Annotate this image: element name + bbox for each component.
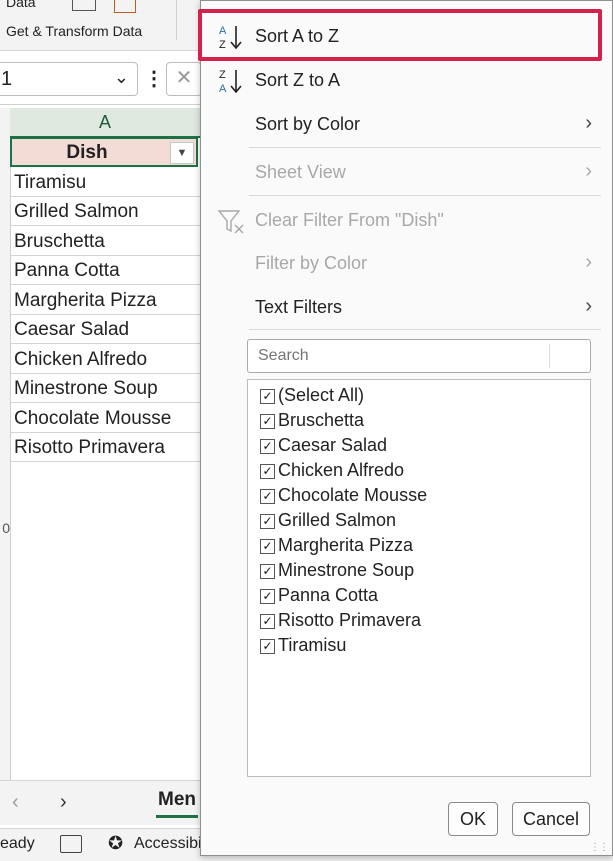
recent-sources-icon[interactable] xyxy=(114,0,136,13)
clear-filter-icon xyxy=(217,205,247,237)
accessibility-icon[interactable]: ✪ xyxy=(108,833,123,854)
checkbox-checked[interactable]: ✓ xyxy=(260,489,275,504)
scroll-left-icon[interactable]: ‹ xyxy=(12,791,19,814)
list-item-label: Bruschetta xyxy=(278,410,365,430)
data-cell[interactable]: Tiramisu xyxy=(10,168,200,197)
data-cell[interactable]: Bruschetta xyxy=(10,227,200,256)
table-icon[interactable] xyxy=(72,0,96,11)
autofilter-menu: AZ Sort A to Z ZA Sort Z to A Sort by Co… xyxy=(200,0,613,856)
menu-item-label: Text Filters xyxy=(255,297,343,317)
chevron-right-icon: › xyxy=(585,295,592,317)
chevron-right-icon: › xyxy=(585,251,592,273)
sort-descending-icon: ZA xyxy=(217,65,247,97)
list-item-label: (Select All) xyxy=(278,385,365,405)
column-header-a[interactable]: A xyxy=(10,108,200,138)
search-box[interactable] xyxy=(247,339,591,373)
formula-bar-row: 1 ⌄ ⋮ ✕ xyxy=(0,52,202,105)
menu-item-text-filters[interactable]: Text Filters › xyxy=(201,286,612,330)
column-header-label: A xyxy=(98,112,111,132)
list-item-label: Chocolate Mousse xyxy=(278,485,428,505)
get-transform-data-label: Get & Transform Data xyxy=(6,23,143,39)
row-number: 0 xyxy=(2,520,10,536)
data-cell[interactable]: Caesar Salad xyxy=(10,315,200,344)
menu-item-label: Sort by Color xyxy=(255,114,361,134)
list-item-label: Panna Cotta xyxy=(278,585,379,605)
name-box[interactable]: 1 ⌄ xyxy=(0,62,138,96)
data-cell[interactable]: Margherita Pizza xyxy=(10,286,200,315)
data-cell[interactable]: Chocolate Mousse xyxy=(10,404,200,433)
checkbox-checked[interactable]: ✓ xyxy=(260,614,275,629)
search-divider xyxy=(549,344,550,368)
chevron-right-icon: › xyxy=(585,160,592,182)
filter-dropdown-button[interactable]: ▼ xyxy=(170,142,194,164)
name-box-value: 1 xyxy=(1,68,13,90)
data-cell[interactable]: Panna Cotta xyxy=(10,256,200,285)
data-cell[interactable]: Minestrone Soup xyxy=(10,374,200,403)
search-input[interactable] xyxy=(256,340,550,372)
data-cell[interactable]: Chicken Alfredo xyxy=(10,345,200,374)
sheet-tab-menu[interactable]: Men xyxy=(156,789,198,818)
data-cell[interactable]: Grilled Salmon xyxy=(10,197,200,226)
menu-item-label: Sheet View xyxy=(255,162,346,182)
menu-divider xyxy=(249,195,601,196)
list-item-label: Minestrone Soup xyxy=(278,560,415,580)
macro-record-icon[interactable] xyxy=(60,835,82,853)
list-item-label: Caesar Salad xyxy=(278,435,388,455)
menu-item-label: Sort Z to A xyxy=(255,70,341,90)
chevron-right-icon: › xyxy=(585,112,592,134)
list-item-label: Chicken Alfredo xyxy=(278,460,405,480)
more-options-icon[interactable]: ⋮ xyxy=(144,66,164,91)
menu-item-sheet-view: Sheet View › xyxy=(201,151,612,195)
status-ready: eady xyxy=(0,835,35,852)
checkbox-checked[interactable]: ✓ xyxy=(260,564,275,579)
menu-divider xyxy=(249,147,601,148)
menu-item-clear-filter: Clear Filter From "Dish" xyxy=(201,199,612,243)
data-group-label: Data xyxy=(6,0,36,10)
list-item-label: Margherita Pizza xyxy=(278,535,414,555)
data-cell[interactable]: Risotto Primavera xyxy=(10,433,200,462)
svg-text:A: A xyxy=(219,83,227,95)
header-cell-label: Dish xyxy=(66,142,108,163)
checkbox-checked[interactable]: ✓ xyxy=(260,639,275,654)
list-item-label: Tiramisu xyxy=(278,635,347,655)
list-item-label: Grilled Salmon xyxy=(278,510,397,530)
cancel-button[interactable]: Cancel xyxy=(512,802,590,836)
ribbon-divider xyxy=(176,0,177,40)
menu-item-label: Clear Filter From "Dish" xyxy=(255,210,444,230)
scroll-right-icon[interactable]: › xyxy=(60,791,67,814)
menu-divider xyxy=(249,329,601,330)
accessibility-status[interactable]: Accessibi xyxy=(134,835,202,853)
checkbox-checked[interactable]: ✓ xyxy=(260,414,275,429)
menu-item-sort-z-to-a[interactable]: ZA Sort Z to A xyxy=(201,59,612,103)
checkbox-checked[interactable]: ✓ xyxy=(260,514,275,529)
resize-grip-icon[interactable]: ⋮⋮ xyxy=(590,842,609,853)
highlight-box xyxy=(198,9,602,61)
menu-item-sort-by-color[interactable]: Sort by Color › xyxy=(201,103,612,147)
list-item-label: Risotto Primavera xyxy=(278,610,422,630)
checkbox-checked[interactable]: ✓ xyxy=(260,589,275,604)
checkbox-checked[interactable]: ✓ xyxy=(260,539,275,554)
svg-text:Z: Z xyxy=(219,69,226,81)
chevron-down-icon[interactable]: ⌄ xyxy=(114,67,129,88)
cancel-formula-icon[interactable]: ✕ xyxy=(166,62,202,96)
ok-button[interactable]: OK xyxy=(448,802,498,836)
checkbox-checked[interactable]: ✓ xyxy=(260,439,275,454)
checkbox-checked[interactable]: ✓ xyxy=(260,389,275,404)
header-cell-dish[interactable]: Dish ▼ xyxy=(10,137,198,167)
checkbox-checked[interactable]: ✓ xyxy=(260,464,275,479)
filter-value-list[interactable]: ✓ (Select All) ✓ Bruschetta ✓ Caesar Salad … xyxy=(247,379,591,777)
sheet-tab-bar: ‹ › Men xyxy=(0,780,200,825)
menu-item-filter-by-color: Filter by Color › xyxy=(201,242,612,286)
menu-item-label: Filter by Color xyxy=(255,253,368,273)
